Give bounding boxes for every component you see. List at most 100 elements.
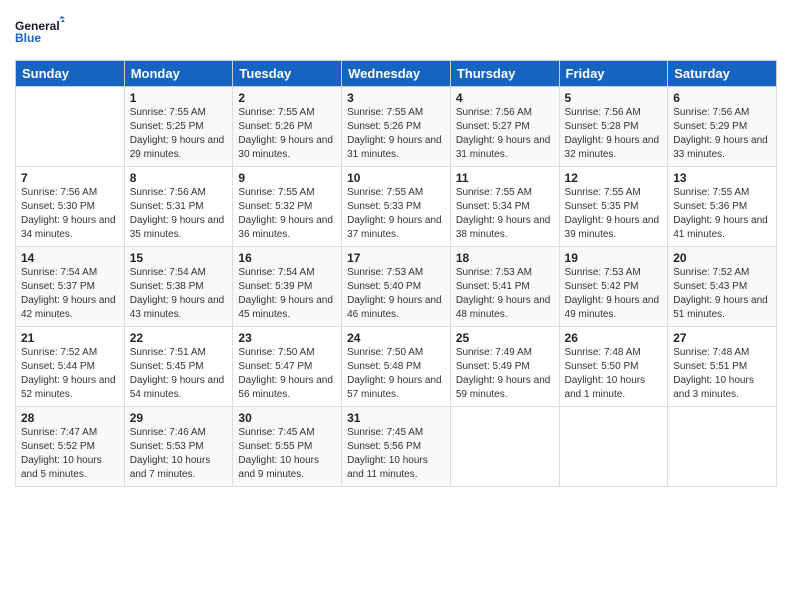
day-info: Sunrise: 7:49 AMSunset: 5:49 PMDaylight:… bbox=[456, 346, 554, 402]
day-info: Sunrise: 7:48 AMSunset: 5:50 PMDaylight:… bbox=[565, 346, 663, 402]
day-info: Sunrise: 7:51 AMSunset: 5:45 PMDaylight:… bbox=[130, 346, 228, 402]
day-number: 9 bbox=[238, 171, 336, 185]
day-info: Sunrise: 7:56 AMSunset: 5:31 PMDaylight:… bbox=[130, 186, 228, 242]
day-number: 30 bbox=[238, 411, 336, 425]
calendar-cell: 25Sunrise: 7:49 AMSunset: 5:49 PMDayligh… bbox=[450, 327, 559, 407]
calendar-cell: 24Sunrise: 7:50 AMSunset: 5:48 PMDayligh… bbox=[342, 327, 451, 407]
calendar-cell: 20Sunrise: 7:52 AMSunset: 5:43 PMDayligh… bbox=[668, 247, 777, 327]
calendar-table: SundayMondayTuesdayWednesdayThursdayFrid… bbox=[15, 60, 777, 487]
day-number: 14 bbox=[21, 251, 119, 265]
day-number: 3 bbox=[347, 91, 445, 105]
day-number: 4 bbox=[456, 91, 554, 105]
day-info: Sunrise: 7:45 AMSunset: 5:56 PMDaylight:… bbox=[347, 426, 445, 482]
calendar-cell: 4Sunrise: 7:56 AMSunset: 5:27 PMDaylight… bbox=[450, 87, 559, 167]
day-info: Sunrise: 7:55 AMSunset: 5:36 PMDaylight:… bbox=[673, 186, 771, 242]
day-info: Sunrise: 7:48 AMSunset: 5:51 PMDaylight:… bbox=[673, 346, 771, 402]
calendar-week-3: 14Sunrise: 7:54 AMSunset: 5:37 PMDayligh… bbox=[16, 247, 777, 327]
day-number: 11 bbox=[456, 171, 554, 185]
day-number: 12 bbox=[565, 171, 663, 185]
header: General Blue bbox=[15, 10, 777, 52]
day-number: 10 bbox=[347, 171, 445, 185]
calendar-cell: 30Sunrise: 7:45 AMSunset: 5:55 PMDayligh… bbox=[233, 407, 342, 487]
day-number: 7 bbox=[21, 171, 119, 185]
calendar-week-1: 1Sunrise: 7:55 AMSunset: 5:25 PMDaylight… bbox=[16, 87, 777, 167]
day-info: Sunrise: 7:55 AMSunset: 5:34 PMDaylight:… bbox=[456, 186, 554, 242]
day-number: 19 bbox=[565, 251, 663, 265]
logo: General Blue bbox=[15, 10, 65, 52]
day-number: 6 bbox=[673, 91, 771, 105]
day-number: 1 bbox=[130, 91, 228, 105]
calendar-cell: 19Sunrise: 7:53 AMSunset: 5:42 PMDayligh… bbox=[559, 247, 668, 327]
day-number: 28 bbox=[21, 411, 119, 425]
calendar-cell: 6Sunrise: 7:56 AMSunset: 5:29 PMDaylight… bbox=[668, 87, 777, 167]
day-number: 24 bbox=[347, 331, 445, 345]
day-info: Sunrise: 7:50 AMSunset: 5:48 PMDaylight:… bbox=[347, 346, 445, 402]
calendar-cell: 17Sunrise: 7:53 AMSunset: 5:40 PMDayligh… bbox=[342, 247, 451, 327]
day-info: Sunrise: 7:55 AMSunset: 5:25 PMDaylight:… bbox=[130, 106, 228, 162]
day-info: Sunrise: 7:56 AMSunset: 5:29 PMDaylight:… bbox=[673, 106, 771, 162]
day-number: 13 bbox=[673, 171, 771, 185]
calendar-cell: 29Sunrise: 7:46 AMSunset: 5:53 PMDayligh… bbox=[124, 407, 233, 487]
column-header-monday: Monday bbox=[124, 61, 233, 87]
calendar-cell: 15Sunrise: 7:54 AMSunset: 5:38 PMDayligh… bbox=[124, 247, 233, 327]
day-number: 23 bbox=[238, 331, 336, 345]
column-header-thursday: Thursday bbox=[450, 61, 559, 87]
calendar-cell: 7Sunrise: 7:56 AMSunset: 5:30 PMDaylight… bbox=[16, 167, 125, 247]
day-info: Sunrise: 7:53 AMSunset: 5:41 PMDaylight:… bbox=[456, 266, 554, 322]
day-number: 18 bbox=[456, 251, 554, 265]
calendar-week-4: 21Sunrise: 7:52 AMSunset: 5:44 PMDayligh… bbox=[16, 327, 777, 407]
calendar-cell: 27Sunrise: 7:48 AMSunset: 5:51 PMDayligh… bbox=[668, 327, 777, 407]
day-number: 31 bbox=[347, 411, 445, 425]
day-info: Sunrise: 7:54 AMSunset: 5:38 PMDaylight:… bbox=[130, 266, 228, 322]
calendar-cell: 10Sunrise: 7:55 AMSunset: 5:33 PMDayligh… bbox=[342, 167, 451, 247]
calendar-cell: 5Sunrise: 7:56 AMSunset: 5:28 PMDaylight… bbox=[559, 87, 668, 167]
svg-text:Blue: Blue bbox=[15, 31, 41, 45]
calendar-cell: 1Sunrise: 7:55 AMSunset: 5:25 PMDaylight… bbox=[124, 87, 233, 167]
calendar-cell: 11Sunrise: 7:55 AMSunset: 5:34 PMDayligh… bbox=[450, 167, 559, 247]
column-header-wednesday: Wednesday bbox=[342, 61, 451, 87]
calendar-cell: 8Sunrise: 7:56 AMSunset: 5:31 PMDaylight… bbox=[124, 167, 233, 247]
day-number: 29 bbox=[130, 411, 228, 425]
calendar-cell: 28Sunrise: 7:47 AMSunset: 5:52 PMDayligh… bbox=[16, 407, 125, 487]
logo-svg: General Blue bbox=[15, 10, 65, 52]
calendar-cell: 16Sunrise: 7:54 AMSunset: 5:39 PMDayligh… bbox=[233, 247, 342, 327]
day-info: Sunrise: 7:55 AMSunset: 5:26 PMDaylight:… bbox=[347, 106, 445, 162]
calendar-cell: 26Sunrise: 7:48 AMSunset: 5:50 PMDayligh… bbox=[559, 327, 668, 407]
day-info: Sunrise: 7:52 AMSunset: 5:44 PMDaylight:… bbox=[21, 346, 119, 402]
day-number: 15 bbox=[130, 251, 228, 265]
column-header-saturday: Saturday bbox=[668, 61, 777, 87]
column-header-tuesday: Tuesday bbox=[233, 61, 342, 87]
calendar-cell: 9Sunrise: 7:55 AMSunset: 5:32 PMDaylight… bbox=[233, 167, 342, 247]
day-info: Sunrise: 7:50 AMSunset: 5:47 PMDaylight:… bbox=[238, 346, 336, 402]
day-info: Sunrise: 7:52 AMSunset: 5:43 PMDaylight:… bbox=[673, 266, 771, 322]
day-number: 17 bbox=[347, 251, 445, 265]
day-number: 5 bbox=[565, 91, 663, 105]
day-number: 2 bbox=[238, 91, 336, 105]
day-info: Sunrise: 7:53 AMSunset: 5:42 PMDaylight:… bbox=[565, 266, 663, 322]
day-info: Sunrise: 7:53 AMSunset: 5:40 PMDaylight:… bbox=[347, 266, 445, 322]
day-info: Sunrise: 7:56 AMSunset: 5:30 PMDaylight:… bbox=[21, 186, 119, 242]
day-info: Sunrise: 7:47 AMSunset: 5:52 PMDaylight:… bbox=[21, 426, 119, 482]
calendar-cell: 14Sunrise: 7:54 AMSunset: 5:37 PMDayligh… bbox=[16, 247, 125, 327]
day-info: Sunrise: 7:46 AMSunset: 5:53 PMDaylight:… bbox=[130, 426, 228, 482]
day-number: 26 bbox=[565, 331, 663, 345]
column-header-friday: Friday bbox=[559, 61, 668, 87]
day-info: Sunrise: 7:56 AMSunset: 5:28 PMDaylight:… bbox=[565, 106, 663, 162]
calendar-header: SundayMondayTuesdayWednesdayThursdayFrid… bbox=[16, 61, 777, 87]
calendar-week-2: 7Sunrise: 7:56 AMSunset: 5:30 PMDaylight… bbox=[16, 167, 777, 247]
day-number: 27 bbox=[673, 331, 771, 345]
calendar-cell: 18Sunrise: 7:53 AMSunset: 5:41 PMDayligh… bbox=[450, 247, 559, 327]
day-info: Sunrise: 7:56 AMSunset: 5:27 PMDaylight:… bbox=[456, 106, 554, 162]
day-info: Sunrise: 7:45 AMSunset: 5:55 PMDaylight:… bbox=[238, 426, 336, 482]
calendar-cell: 12Sunrise: 7:55 AMSunset: 5:35 PMDayligh… bbox=[559, 167, 668, 247]
calendar-cell bbox=[450, 407, 559, 487]
calendar-cell bbox=[16, 87, 125, 167]
calendar-cell: 13Sunrise: 7:55 AMSunset: 5:36 PMDayligh… bbox=[668, 167, 777, 247]
calendar-cell bbox=[559, 407, 668, 487]
day-number: 21 bbox=[21, 331, 119, 345]
day-info: Sunrise: 7:55 AMSunset: 5:26 PMDaylight:… bbox=[238, 106, 336, 162]
day-number: 25 bbox=[456, 331, 554, 345]
calendar-cell: 23Sunrise: 7:50 AMSunset: 5:47 PMDayligh… bbox=[233, 327, 342, 407]
calendar-cell bbox=[668, 407, 777, 487]
day-info: Sunrise: 7:55 AMSunset: 5:33 PMDaylight:… bbox=[347, 186, 445, 242]
